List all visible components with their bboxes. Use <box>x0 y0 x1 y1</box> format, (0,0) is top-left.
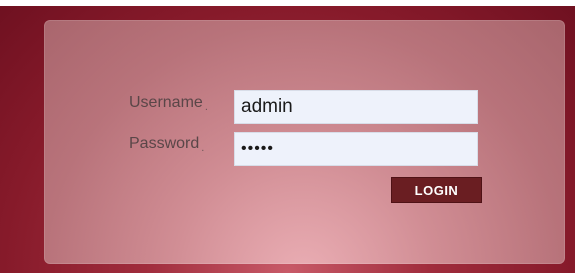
username-label-text: Username <box>129 94 203 111</box>
username-input[interactable] <box>234 90 478 124</box>
login-panel: Username. Password. LOGIN <box>44 20 565 264</box>
password-label: Password. <box>129 135 205 154</box>
username-label: Username. <box>129 94 208 113</box>
top-frame-edge <box>0 0 575 6</box>
password-input[interactable] <box>234 132 478 166</box>
password-label-separator: . <box>201 142 205 154</box>
login-button[interactable]: LOGIN <box>391 177 482 203</box>
password-label-text: Password <box>129 135 200 152</box>
username-label-separator: . <box>204 101 208 113</box>
